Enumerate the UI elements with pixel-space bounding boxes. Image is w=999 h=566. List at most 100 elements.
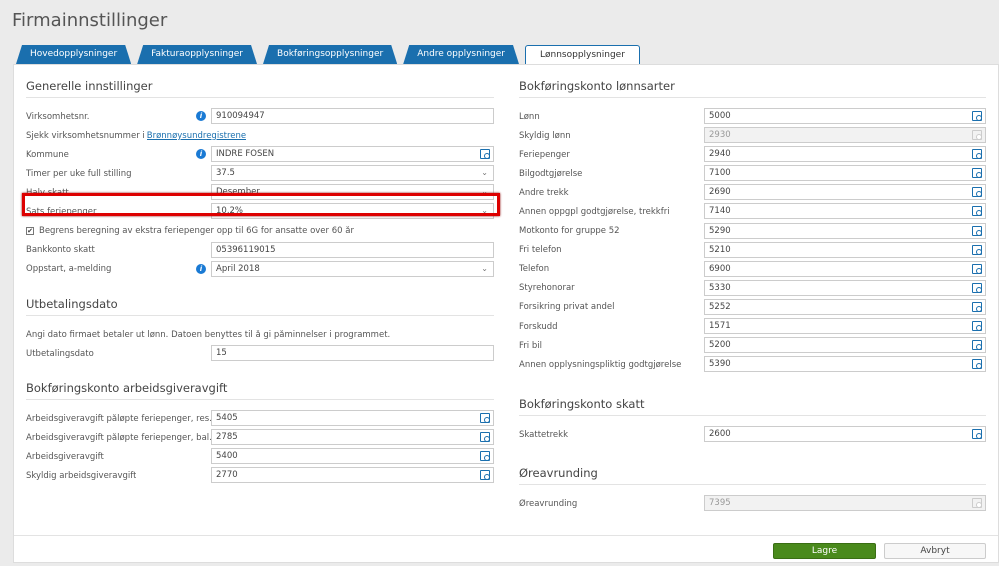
lookup-icon[interactable] bbox=[972, 263, 982, 274]
account-value: 5252 bbox=[709, 301, 731, 312]
lookup-icon[interactable] bbox=[972, 111, 982, 121]
account-input[interactable]: 2785 bbox=[211, 429, 494, 446]
timer-select[interactable]: 37.5 ⌄ bbox=[211, 165, 494, 182]
account-label: Øreavrunding bbox=[519, 498, 578, 509]
utbetaling-section: Utbetalingsdato Angi dato firmaet betale… bbox=[26, 297, 494, 363]
tab-lonnsopplysninger[interactable]: Lønnsopplysninger bbox=[524, 45, 640, 65]
account-input[interactable]: 5210 bbox=[704, 241, 986, 258]
account-input[interactable]: 2770 bbox=[211, 467, 494, 484]
account-label: Skyldig lønn bbox=[519, 130, 571, 141]
lookup-icon[interactable] bbox=[972, 244, 982, 255]
tab-hovedopplysninger[interactable]: Hovedopplysninger bbox=[16, 45, 131, 64]
lookup-icon[interactable] bbox=[972, 429, 982, 439]
tab-bokforingsopplysninger[interactable]: Bokføringsopplysninger bbox=[263, 45, 397, 64]
account-label: Styrehonorar bbox=[519, 283, 575, 294]
account-label: Fri telefon bbox=[519, 245, 562, 256]
kommune-input[interactable]: INDRE FOSEN bbox=[211, 146, 494, 163]
account-label: Lønn bbox=[519, 111, 540, 122]
account-input[interactable]: 2690 bbox=[704, 184, 986, 201]
account-row: Styrehonorar 5330 bbox=[519, 279, 986, 298]
utbetaling-input[interactable]: 15 bbox=[211, 345, 494, 362]
account-label: Annen opplysningspliktig godtgjørelse bbox=[519, 359, 682, 370]
account-input[interactable]: 5400 bbox=[211, 448, 494, 465]
account-value: 2690 bbox=[709, 187, 731, 198]
lookup-icon[interactable] bbox=[480, 470, 490, 481]
lonnsarter-section: Bokføringskonto lønnsarter Lønn 5000 Skyld… bbox=[519, 79, 986, 374]
lookup-icon[interactable] bbox=[480, 432, 490, 443]
account-input[interactable]: 7140 bbox=[704, 203, 986, 220]
cancel-button[interactable]: Avbryt bbox=[884, 543, 986, 559]
lookup-icon[interactable] bbox=[972, 206, 982, 217]
lookup-icon[interactable] bbox=[972, 187, 982, 198]
account-label: Fri bil bbox=[519, 340, 542, 351]
lookup-icon[interactable] bbox=[972, 359, 982, 370]
account-row: Skyldig arbeidsgiveravgift 2770 bbox=[26, 466, 494, 485]
lookup-icon[interactable] bbox=[480, 413, 490, 423]
account-row: Motkonto for gruppe 52 5290 bbox=[519, 222, 986, 241]
lookup-icon[interactable] bbox=[972, 149, 982, 160]
account-value: 6900 bbox=[709, 263, 731, 274]
lookup-icon[interactable] bbox=[972, 340, 982, 351]
general-section: Generelle innstillinger Virksomhetsnr. i 9… bbox=[26, 79, 494, 279]
account-row: Annen opplysningspliktig godtgjørelse 53… bbox=[519, 355, 986, 374]
lookup-icon[interactable] bbox=[972, 301, 982, 312]
aga-section: Bokføringskonto arbeidsgiveravgift Arbeid… bbox=[26, 381, 494, 485]
begrens-checkbox[interactable]: ✔ bbox=[26, 227, 34, 236]
lookup-icon[interactable] bbox=[972, 168, 982, 179]
oppstart-select[interactable]: April 2018 ⌄ bbox=[211, 260, 494, 277]
section-heading: Øreavrunding bbox=[519, 466, 986, 485]
account-value: 5405 bbox=[216, 413, 238, 423]
lookup-icon[interactable] bbox=[972, 282, 982, 293]
account-label: Telefon bbox=[519, 264, 550, 275]
oppstart-label: Oppstart, a-melding bbox=[26, 264, 112, 275]
settings-panel: Generelle innstillinger Virksomhetsnr. i 9… bbox=[13, 64, 999, 563]
account-value: 5000 bbox=[709, 111, 731, 121]
info-icon[interactable]: i bbox=[196, 149, 206, 160]
section-heading: Bokføringskonto skatt bbox=[519, 397, 986, 416]
account-label: Motkonto for gruppe 52 bbox=[519, 226, 620, 237]
account-value: 2940 bbox=[709, 149, 731, 160]
lookup-icon bbox=[972, 130, 982, 141]
account-row: Fri telefon 5210 bbox=[519, 241, 986, 260]
account-input[interactable]: 1571 bbox=[704, 318, 986, 335]
account-value: 2930 bbox=[709, 130, 731, 141]
info-icon[interactable]: i bbox=[196, 263, 206, 274]
account-input[interactable]: 5000 bbox=[704, 108, 986, 124]
account-value: 7100 bbox=[709, 168, 731, 179]
brreg-link[interactable]: Brønnøysundregistrene bbox=[147, 131, 246, 141]
account-input[interactable]: 5405 bbox=[211, 410, 494, 426]
account-input: 7395 bbox=[704, 495, 986, 511]
account-label: Andre trekk bbox=[519, 187, 569, 198]
highlight-box bbox=[22, 193, 500, 216]
tab-andre-opplysninger[interactable]: Andre opplysninger bbox=[403, 45, 519, 64]
account-value: 7140 bbox=[709, 206, 731, 217]
save-button[interactable]: Lagre bbox=[773, 543, 876, 559]
section-heading: Bokføringskonto arbeidsgiveravgift bbox=[26, 381, 494, 400]
account-input[interactable]: 2940 bbox=[704, 146, 986, 163]
section-heading: Utbetalingsdato bbox=[26, 297, 494, 316]
kommune-value: INDRE FOSEN bbox=[216, 149, 275, 160]
account-label: Bilgodtgjørelse bbox=[519, 168, 583, 179]
account-input: 2930 bbox=[704, 127, 986, 144]
check-text: Sjekk virksomhetsnummer i bbox=[26, 130, 145, 141]
account-value: 1571 bbox=[709, 321, 731, 332]
tab-fakturaopplysninger[interactable]: Fakturaopplysninger bbox=[137, 45, 257, 64]
account-input[interactable]: 2600 bbox=[704, 426, 986, 442]
lookup-icon[interactable] bbox=[972, 321, 982, 332]
lookup-icon[interactable] bbox=[480, 451, 490, 462]
account-input[interactable]: 7100 bbox=[704, 165, 986, 182]
account-input[interactable]: 5290 bbox=[704, 222, 986, 239]
info-icon[interactable]: i bbox=[196, 111, 206, 121]
bankkonto-input[interactable]: 05396119015 bbox=[211, 241, 494, 258]
account-input[interactable]: 5200 bbox=[704, 337, 986, 354]
account-input[interactable]: 5252 bbox=[704, 298, 986, 315]
account-input[interactable]: 6900 bbox=[704, 260, 986, 277]
virksomhetsnr-input[interactable]: 910094947 bbox=[211, 108, 494, 124]
lookup-icon[interactable] bbox=[972, 225, 982, 236]
lookup-icon[interactable] bbox=[480, 149, 490, 160]
account-input[interactable]: 5390 bbox=[704, 356, 986, 373]
bankkonto-label: Bankkonto skatt bbox=[26, 245, 95, 256]
account-value: 5330 bbox=[709, 282, 731, 293]
account-input[interactable]: 5330 bbox=[704, 279, 986, 296]
account-row: Feriepenger 2940 bbox=[519, 145, 986, 164]
